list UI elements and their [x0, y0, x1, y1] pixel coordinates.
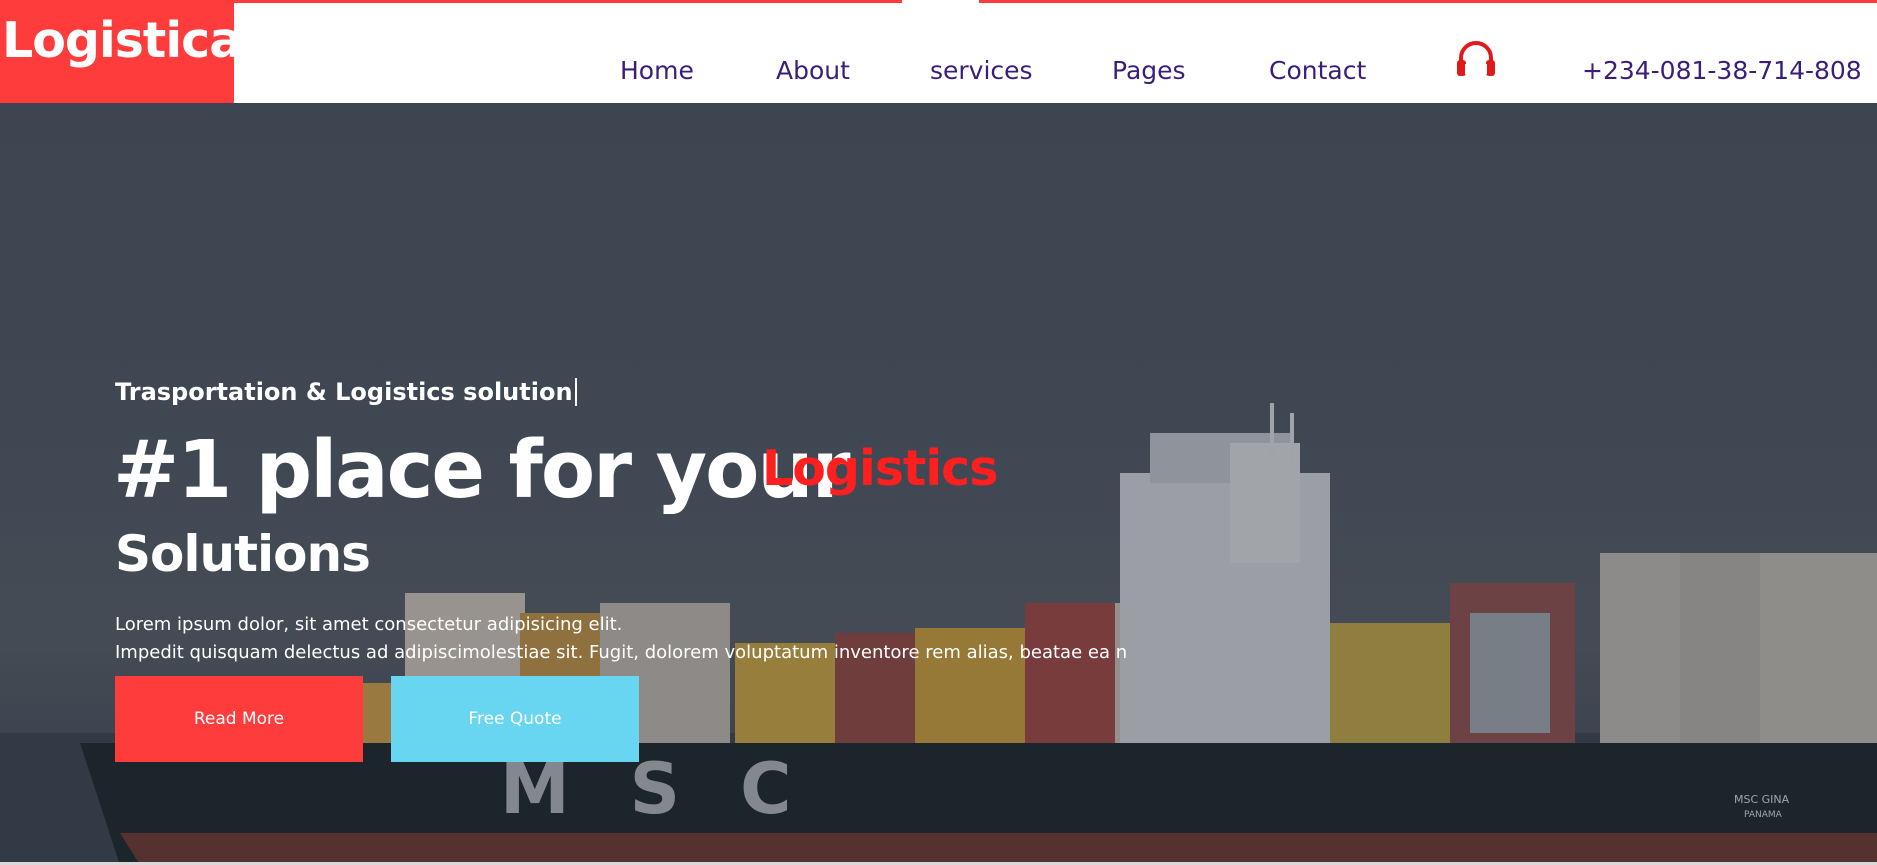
free-quote-button[interactable]: Free Quote [391, 676, 639, 762]
nav-contact[interactable]: Contact [1269, 56, 1366, 85]
hero-headline: #1 place for your [113, 424, 851, 516]
nav-about[interactable]: About [776, 56, 850, 85]
nav-home[interactable]: Home [620, 56, 694, 85]
hero-paragraph-line1: Lorem ipsum dolor, sit amet consectetur … [115, 614, 623, 635]
nav-pages[interactable]: Pages [1112, 56, 1186, 85]
hero-headline-line2: Solutions [115, 525, 371, 583]
site-header: Logistica Home About services Pages Cont… [0, 0, 1877, 103]
read-more-button[interactable]: Read More [115, 676, 363, 762]
hero-headline-accent: Logistics [762, 440, 998, 497]
nav-services[interactable]: services [930, 56, 1033, 85]
headset-icon [1453, 36, 1499, 82]
hero-paragraph-line2: Impedit quisquam delectus ad adipiscimol… [115, 642, 1128, 663]
hero-tagline: Trasportation & Logistics solution [115, 378, 577, 406]
phone-number[interactable]: +234-081-38-714-808 [1582, 56, 1862, 85]
